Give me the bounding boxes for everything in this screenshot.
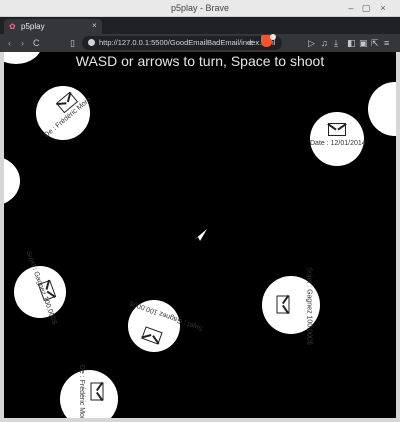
envelope-icon — [90, 382, 104, 401]
browser-window: p5play - Brave – ▢ × ✿ p5play × + ‹ › C … — [0, 0, 400, 422]
email-sprite: Sujet : Gagnez 100.000$ — [14, 250, 66, 325]
forward-icon[interactable]: › — [21, 37, 24, 49]
site-info-icon[interactable] — [88, 39, 95, 46]
tab-strip: ✿ p5play × + — [0, 17, 400, 48]
rewards-icon[interactable]: ⇱ — [371, 37, 379, 49]
reload-icon[interactable]: C — [33, 37, 40, 49]
envelope-icon — [276, 295, 290, 314]
game-instructions: WASD or arrows to turn, Space to shoot — [75, 53, 325, 69]
email-sprite — [4, 156, 20, 206]
tab-close-icon[interactable]: × — [92, 21, 97, 30]
subject-label: Sujet : Gagnez 100.000$ — [128, 298, 205, 333]
wallet-icon[interactable]: ▣ — [359, 37, 368, 49]
subject-label: Sujet : Gagnez 100.000$ — [305, 267, 313, 345]
shields-badge — [270, 34, 276, 40]
envelope-icon — [141, 326, 163, 345]
sidebar-icon[interactable]: ◧ — [347, 37, 356, 49]
bookmark-icon[interactable]: ▯ — [70, 37, 75, 49]
game-canvas[interactable]: WASD or arrows to turn, Space to shoot D… — [4, 52, 396, 418]
menu-icon[interactable]: ≡ — [384, 37, 389, 49]
download-icon[interactable]: ⤓ — [334, 37, 338, 49]
close-window-button[interactable]: × — [377, 2, 389, 14]
navigation-toolbar: ‹ › C ▯ http://127.0.0.1:5500/GoodEmailB… — [0, 34, 400, 52]
window-title: p5play - Brave — [170, 3, 230, 13]
window-bottom-border — [0, 418, 400, 422]
share-icon[interactable]: < — [248, 37, 253, 49]
minimize-button[interactable]: – — [345, 2, 357, 14]
extensions-icon[interactable]: ▷ — [308, 37, 315, 49]
tab-title: p5play — [21, 22, 45, 31]
envelope-icon — [328, 123, 346, 136]
p5play-favicon-icon: ✿ — [9, 22, 16, 31]
tab-p5play[interactable]: ✿ p5play × — [4, 19, 102, 34]
email-sprite: Sujet : Gagnez 100.000$ — [262, 267, 320, 345]
maximize-button[interactable]: ▢ — [360, 2, 372, 14]
player-ship-icon — [194, 229, 207, 241]
email-sprite: Date : 12/01/2014 — [310, 112, 366, 166]
back-icon[interactable]: ‹ — [8, 37, 11, 49]
email-sprite: Sujet : Gagnez 100.000$ — [128, 299, 204, 352]
sender-label: De : Frédéric Mora — [78, 364, 86, 418]
email-sprite: De : Frédéric Mora — [60, 365, 118, 418]
title-bar: p5play - Brave – ▢ × — [0, 0, 400, 17]
email-sprite: De : Frédéric Mora — [36, 86, 92, 140]
email-sprite — [368, 82, 396, 136]
date-label: Date : 12/01/2014 — [310, 140, 366, 147]
media-icon[interactable]: ♫ — [321, 37, 328, 49]
